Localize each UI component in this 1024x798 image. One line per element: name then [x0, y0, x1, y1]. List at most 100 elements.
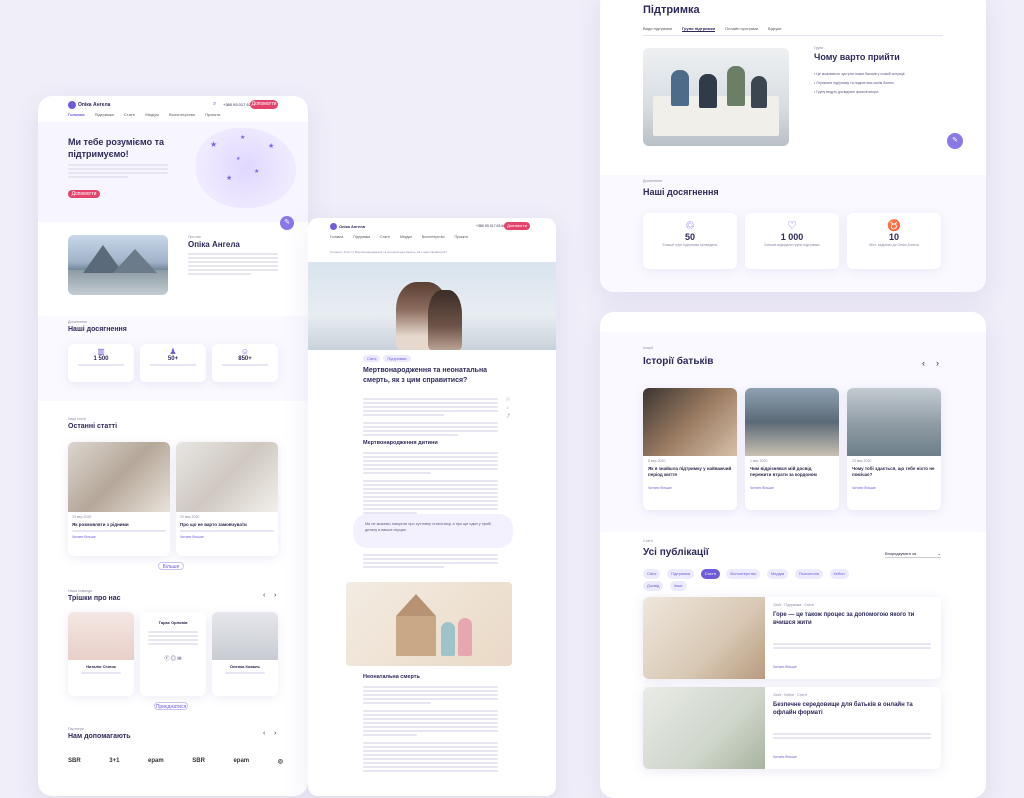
facebook-icon[interactable]: ⓕ — [506, 396, 510, 404]
story-card-image — [847, 388, 941, 456]
tag-chip[interactable]: Підтримка — [383, 355, 411, 362]
logo-text[interactable]: Опіка Ангела — [339, 224, 365, 229]
story-card-title[interactable]: Як я знайшла підтримку у найважчий періо… — [648, 466, 732, 478]
filter-chip[interactable]: Сім'я — [643, 569, 661, 579]
partner-logo[interactable]: 3+1 — [109, 758, 119, 765]
chevron-right-icon[interactable]: › — [936, 358, 939, 368]
share-icon[interactable]: ⤴ — [506, 412, 510, 420]
nav-item-volunteer[interactable]: Волонтерство — [169, 112, 195, 117]
filter-chip[interactable]: Інше — [669, 581, 687, 591]
nav-item-volunteer[interactable]: Волонтерство — [422, 235, 445, 239]
nav-item-home[interactable]: Головна — [330, 235, 343, 239]
chevron-left-icon[interactable]: ‹ — [263, 592, 265, 599]
nav-item-projects[interactable]: Проєкти — [455, 235, 468, 239]
donate-button[interactable]: Допомогти — [504, 222, 530, 230]
nav-item-home[interactable]: Головна — [68, 112, 84, 117]
breadcrumb[interactable]: Головна / Статті / Мертвонародження та н… — [330, 250, 540, 254]
tab-online-programs[interactable]: Онлайн програми — [725, 26, 758, 32]
article-card[interactable]: 20 вер 2020 Як розмовляти з рідними Чита… — [68, 442, 170, 556]
publication-link[interactable]: Читати більше — [773, 755, 797, 759]
phone-number[interactable]: +380 93 017 63 66 — [476, 224, 505, 228]
instagram-icon[interactable]: ◎ — [171, 656, 176, 662]
chevron-left-icon[interactable]: ‹ — [922, 358, 925, 368]
publication-title[interactable]: Горе — це також процес за допомогою яког… — [773, 611, 933, 627]
star-icon: ★ — [254, 169, 260, 175]
story-card[interactable]: 8 вер 2020 Як я знайшла підтримку у найв… — [643, 388, 737, 510]
story-card-title[interactable]: Чому тобі здається, що тебе ніхто не пом… — [852, 466, 936, 478]
partner-logo[interactable]: epam — [148, 758, 164, 765]
nav-item-support[interactable]: Підтримка — [95, 112, 114, 117]
story-card-link[interactable]: Читати більше — [852, 486, 936, 490]
story-card[interactable]: 23 вер 2020 Чому тобі здається, що тебе … — [847, 388, 941, 510]
filter-chip[interactable]: Статті — [700, 569, 720, 579]
article-card-link[interactable]: Читати більше — [72, 535, 166, 539]
chevron-right-icon[interactable]: › — [274, 592, 276, 599]
nav-item-articles[interactable]: Статті — [380, 235, 390, 239]
donate-button[interactable]: Допомогти — [250, 100, 278, 109]
article-subheading: Мертвонародження дитини — [363, 440, 438, 446]
chevron-right-icon[interactable]: › — [274, 730, 276, 737]
partner-logo[interactable]: ◎ — [278, 758, 283, 765]
stat-card: ♡ 1 000 Батьків відвідали групи підтримк… — [745, 213, 839, 269]
facebook-icon[interactable]: ⓕ — [164, 656, 169, 662]
filter-chip[interactable]: Підтримка — [666, 569, 695, 579]
logo-text[interactable]: Опіка Ангела — [78, 102, 110, 108]
story-card-title[interactable]: Чим відрізнявся мій досвід пережити втра… — [750, 466, 834, 478]
site-header: Опіка Ангела +380 93 017 63 66 Допомогти… — [308, 218, 556, 246]
article-card-title[interactable]: Про що не варто замовчувати — [180, 522, 274, 527]
nav-item-projects[interactable]: Проєкти — [205, 112, 220, 117]
publications-section: Статті Усі публікації Впорядкувати за ⌄ … — [600, 537, 986, 798]
article-card[interactable]: 20 вер 2020 Про що не варто замовчувати … — [176, 442, 278, 556]
team-member-card[interactable]: Оленка Коваль — [212, 612, 278, 696]
about-text — [188, 253, 278, 277]
logo-icon — [68, 101, 76, 109]
tab-support-types[interactable]: Види підтримки — [643, 26, 672, 32]
story-card-link[interactable]: Читати більше — [750, 486, 834, 490]
article-subheading-2: Неонатальна смерть — [363, 674, 420, 680]
team-join-button[interactable]: Приєднатися — [154, 702, 188, 710]
partner-logos: SBR 3+1 epam SBR epam ◎ — [68, 758, 283, 765]
hero-cta-button[interactable]: Допомогти — [68, 190, 100, 198]
latest-articles-section: Наші статті Останні статті 20 вер 2020 Я… — [38, 414, 308, 574]
filter-chip[interactable]: Досвід — [643, 581, 664, 591]
sort-select[interactable]: Впорядкувати за ⌄ — [885, 551, 941, 558]
team-member-card[interactable]: Тарас Орловів ⓕ ◎ ✉ — [140, 612, 206, 696]
partner-logo[interactable]: epam — [233, 758, 249, 765]
filter-chip[interactable]: Волонтерство — [726, 569, 761, 579]
article-card-link[interactable]: Читати більше — [180, 535, 274, 539]
filter-chip[interactable]: Психологія — [794, 569, 824, 579]
chevron-left-icon[interactable]: ‹ — [263, 730, 265, 737]
tab-reviews[interactable]: Відгуки — [768, 26, 781, 32]
article-card-title[interactable]: Як розмовляти з рідними — [72, 522, 166, 527]
filter-chip[interactable]: Кейси — [829, 569, 849, 579]
publication-link[interactable]: Читати більше — [773, 665, 797, 669]
publication-title[interactable]: Безпечне середовище для батьків в онлайн… — [773, 701, 933, 717]
partners-section: Партнери Нам допомагають ‹ › SBR 3+1 epa… — [38, 724, 308, 796]
nav-item-support[interactable]: Підтримка — [353, 235, 370, 239]
article-page-mockup: Опіка Ангела +380 93 017 63 66 Допомогти… — [308, 218, 556, 796]
story-card-link[interactable]: Читати більше — [648, 486, 732, 490]
search-icon[interactable]: ⌕ — [213, 101, 216, 108]
nav-item-articles[interactable]: Статті — [124, 112, 135, 117]
team-member-card[interactable]: Наталія Січник — [68, 612, 134, 696]
chat-fab-icon[interactable]: ✎ — [280, 216, 294, 230]
publication-item[interactable]: Сім'я · Підтримка · Статті Горе — це так… — [643, 597, 941, 679]
partner-logo[interactable]: SBR — [68, 758, 81, 765]
filter-chip[interactable]: Медіум — [766, 569, 789, 579]
nav-item-medium[interactable]: Медіум — [400, 235, 412, 239]
publication-item[interactable]: Сім'я · Кейси · Статті Безпечне середови… — [643, 687, 941, 769]
tab-support-groups[interactable]: Групи підтримки — [682, 26, 716, 32]
article-card-image — [176, 442, 278, 512]
stat-number: 1 000 — [780, 232, 804, 242]
mail-icon[interactable]: ✉ — [177, 656, 181, 662]
chat-fab-icon[interactable]: ✎ — [947, 133, 963, 149]
articles-more-button[interactable]: Більше — [158, 562, 184, 570]
nav-item-medium[interactable]: Медіум — [145, 112, 158, 117]
story-card-date: 1 вер 2020 — [750, 459, 768, 463]
team-member-name: Тарас Орловів — [158, 620, 188, 625]
partner-logo[interactable]: SBR — [192, 758, 205, 765]
bookmark-icon[interactable]: ☆ — [506, 404, 510, 412]
story-card[interactable]: 1 вер 2020 Чим відрізнявся мій досвід пе… — [745, 388, 839, 510]
tag-chip[interactable]: Сім'я — [363, 355, 381, 362]
team-member-name: Оленка Коваль — [229, 664, 261, 669]
